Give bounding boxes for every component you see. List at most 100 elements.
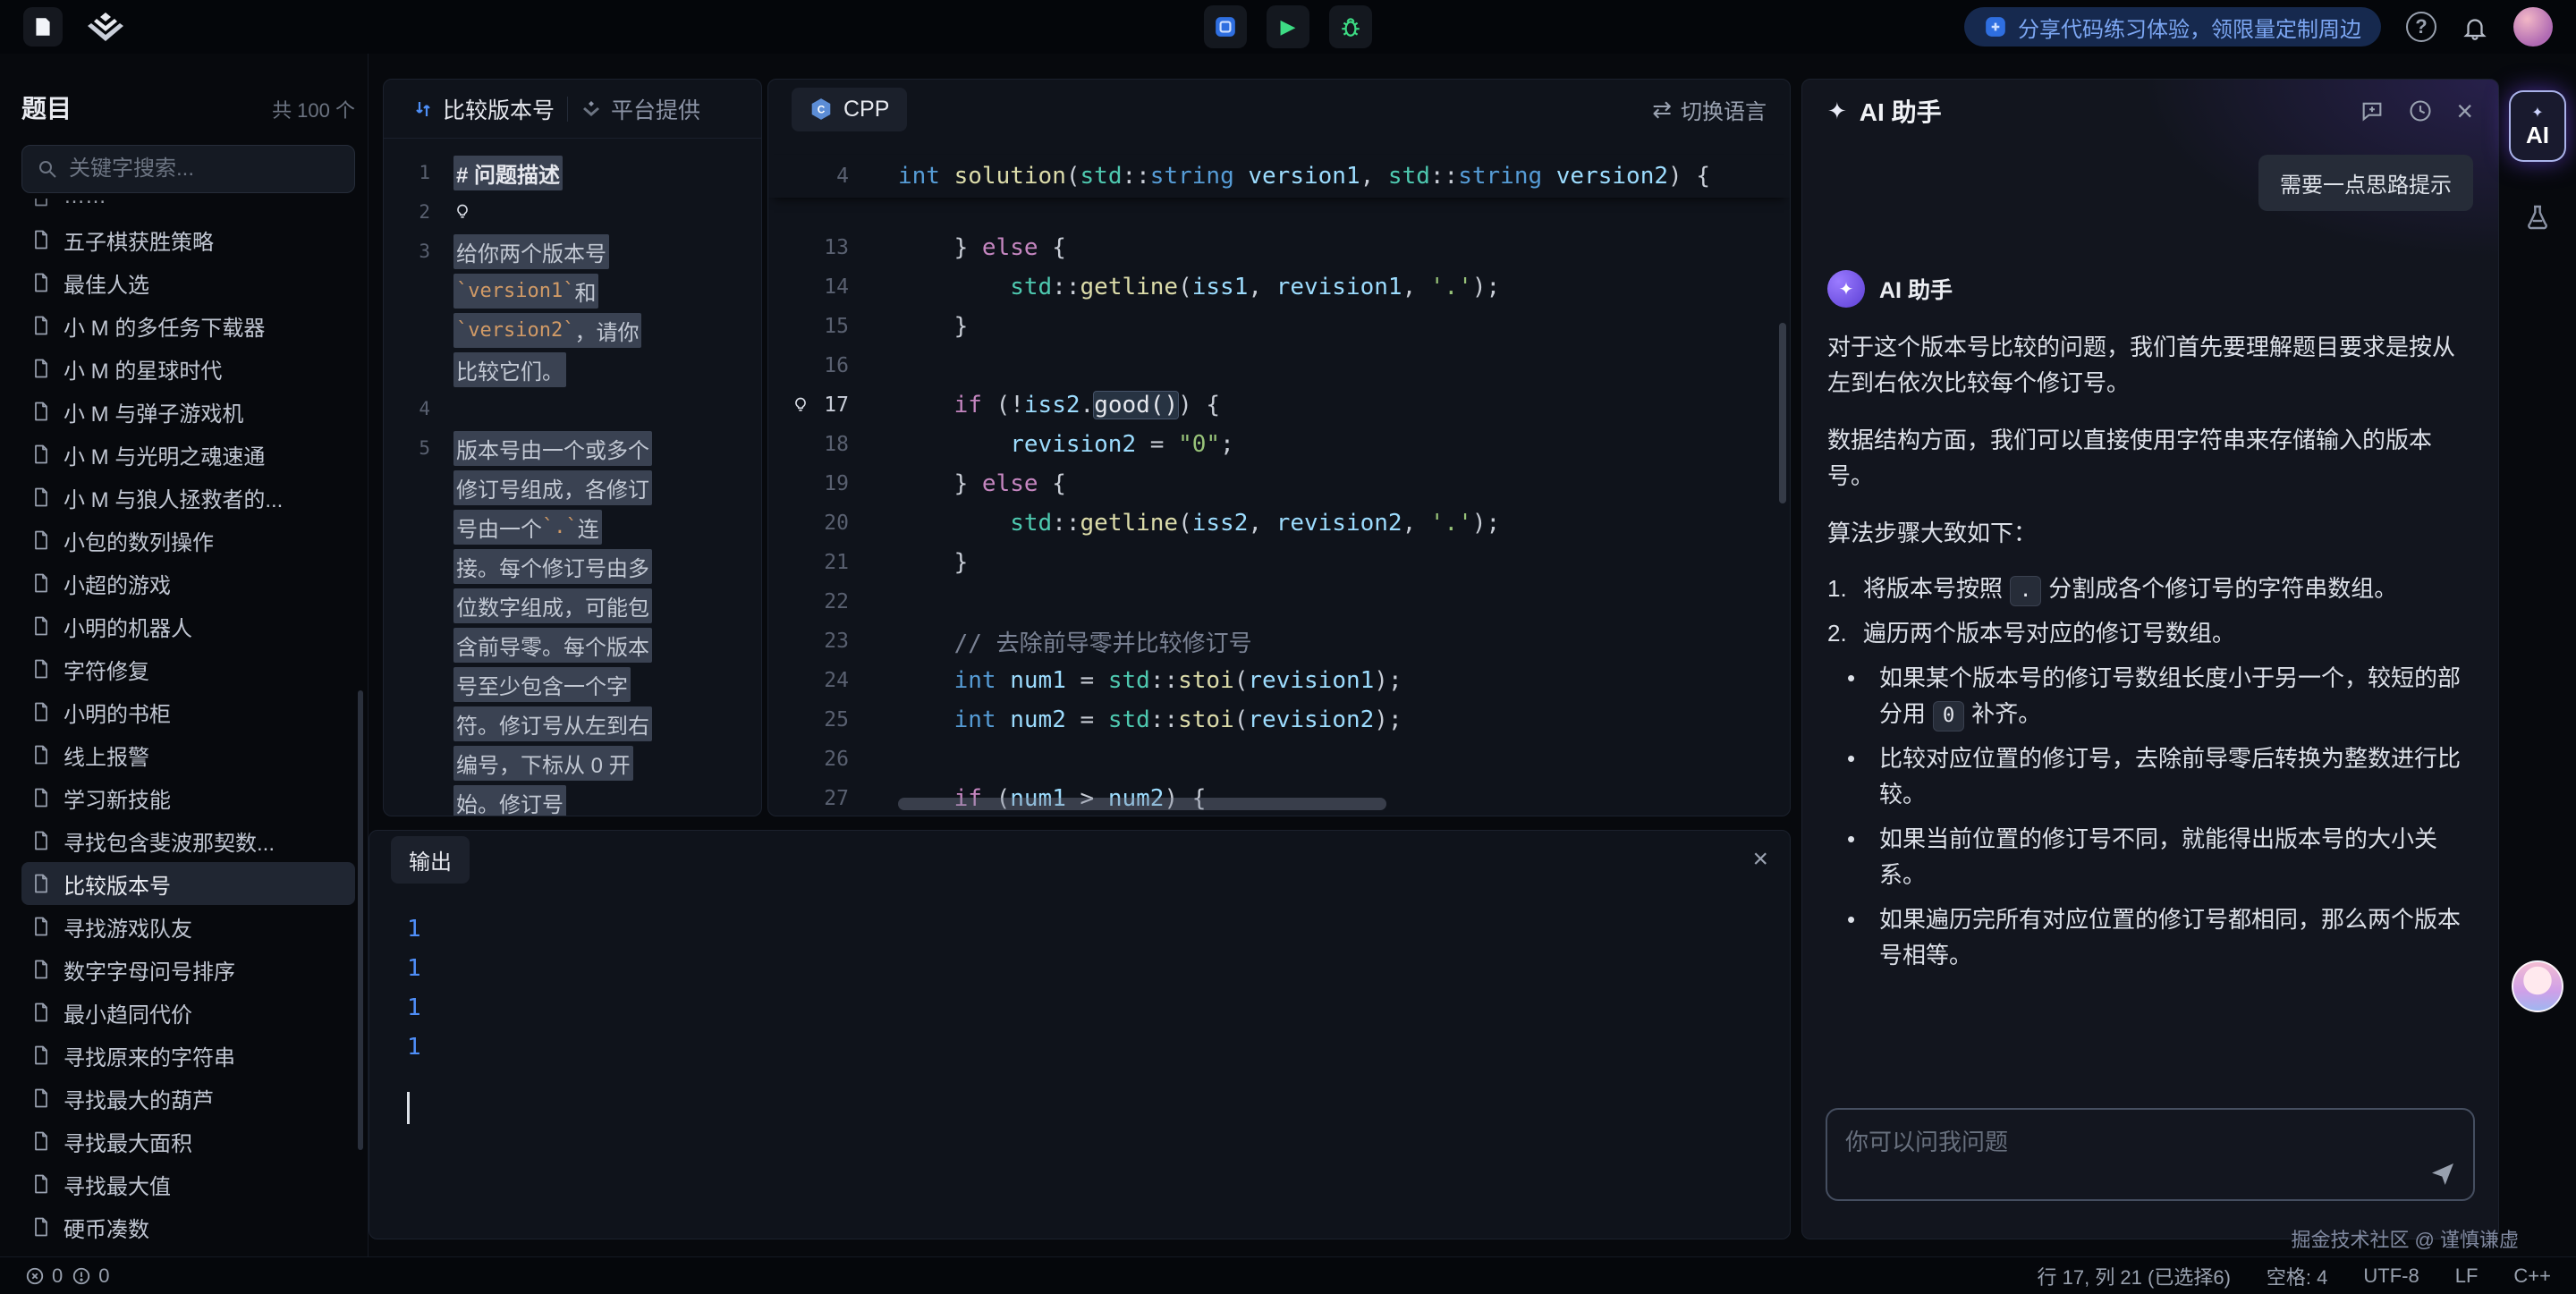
code-line[interactable]: 19 } else { xyxy=(768,464,1790,503)
tab-cpp[interactable]: C CPP xyxy=(792,88,907,131)
code-line[interactable]: 14 std::getline(iss1, revision1, '.'); xyxy=(768,267,1790,307)
sidebar-item[interactable]: 硬币凑数 xyxy=(21,1205,355,1243)
output-content: 1111 xyxy=(369,888,1790,1124)
markdown-line[interactable]: `version2`，请你 xyxy=(384,310,761,350)
markdown-line[interactable]: 含前导零。每个版本 xyxy=(384,625,761,664)
sidebar-item[interactable]: 线上报警 xyxy=(21,733,355,776)
errors-status[interactable]: 0 xyxy=(25,1264,63,1288)
language-mode[interactable]: C++ xyxy=(2513,1264,2551,1288)
sidebar-item[interactable]: 学习新技能 xyxy=(21,776,355,819)
sidebar-item[interactable]: 比较版本号 xyxy=(21,862,355,905)
code-action-lightbulb[interactable] xyxy=(792,396,809,414)
run-button[interactable]: ▶ xyxy=(1267,5,1309,48)
sidebar-item[interactable]: 寻找包含斐波那契数... xyxy=(21,819,355,862)
search-box[interactable] xyxy=(21,145,355,193)
search-input[interactable] xyxy=(69,156,346,182)
markdown-line[interactable]: 4 xyxy=(384,389,761,428)
sidebar-item[interactable]: 小 M 与弹子游戏机 xyxy=(21,390,355,433)
output-close-button[interactable]: × xyxy=(1752,846,1768,873)
sidebar-item[interactable]: …… xyxy=(21,199,355,218)
markdown-line[interactable]: 1# 问题描述 xyxy=(384,153,761,192)
debug-button[interactable] xyxy=(1329,5,1372,48)
app-logo[interactable] xyxy=(23,7,63,47)
ai-close-button[interactable]: × xyxy=(2456,97,2473,125)
compare-icon xyxy=(412,98,434,120)
markdown-line[interactable]: 5版本号由一个或多个 xyxy=(384,428,761,468)
send-button[interactable] xyxy=(2428,1160,2457,1188)
code-line[interactable]: 15 } xyxy=(768,307,1790,346)
code-line[interactable]: 20 std::getline(iss2, revision2, '.'); xyxy=(768,503,1790,543)
bell-button[interactable] xyxy=(2462,13,2488,40)
layout-toggle-button[interactable] xyxy=(1204,5,1247,48)
lab-button[interactable] xyxy=(2523,203,2552,232)
code-line[interactable]: 17 if (!iss2.good()) { xyxy=(768,385,1790,425)
code-line[interactable]: 16 xyxy=(768,346,1790,385)
markdown-line[interactable]: 号至少包含一个字 xyxy=(384,664,761,704)
juejin-logo[interactable] xyxy=(82,9,129,45)
code-line[interactable]: 26 xyxy=(768,740,1790,779)
markdown-line[interactable]: 号由一个 `.` 连 xyxy=(384,507,761,546)
sidebar-item[interactable]: 寻找最大的葫芦 xyxy=(21,1077,355,1120)
problem-markdown[interactable]: 1# 问题描述23给你两个版本号`version1` 和`version2`，请… xyxy=(384,139,761,816)
history-button[interactable] xyxy=(2408,98,2433,123)
sidebar-item[interactable]: 小 M 与狼人拯救者的... xyxy=(21,476,355,519)
sidebar-item[interactable]: 小 M 的多任务下载器 xyxy=(21,304,355,347)
sidebar-item[interactable]: 寻找最大值 xyxy=(21,1163,355,1205)
markdown-line[interactable]: 修订号组成，各修订 xyxy=(384,468,761,507)
indent-setting[interactable]: 空格: 4 xyxy=(2267,1262,2327,1290)
assistant-avatar[interactable] xyxy=(2512,960,2563,1012)
help-button[interactable]: ? xyxy=(2406,12,2436,42)
sidebar-item[interactable]: 寻找最大面积 xyxy=(21,1120,355,1163)
markdown-line[interactable]: `version1` 和 xyxy=(384,271,761,310)
sidebar-item[interactable]: 字符修复 xyxy=(21,647,355,690)
sidebar-item[interactable]: 小 M 与光明之魂速通 xyxy=(21,433,355,476)
cursor-position[interactable]: 行 17, 列 21 (已选择6) xyxy=(2038,1262,2231,1290)
tab-platform[interactable]: 平台提供 xyxy=(568,80,713,138)
sidebar-item[interactable]: 小超的游戏 xyxy=(21,562,355,605)
markdown-line[interactable]: 始。修订号 xyxy=(384,782,761,816)
eol-setting[interactable]: LF xyxy=(2455,1264,2479,1288)
code-line[interactable]: 24 int num1 = std::stoi(revision1); xyxy=(768,661,1790,700)
warnings-status[interactable]: 0 xyxy=(72,1264,109,1288)
code-line[interactable]: 18 revision2 = "0"; xyxy=(768,425,1790,464)
hint-button[interactable]: 需要一点思路提示 xyxy=(2258,155,2473,211)
ai-input-box[interactable] xyxy=(1826,1108,2475,1201)
code-line[interactable]: 22 xyxy=(768,582,1790,622)
sticky-scope-line[interactable]: 4int solution(std::string version1, std:… xyxy=(768,155,1790,198)
tab-problem[interactable]: 比较版本号 xyxy=(400,80,567,138)
ai-input[interactable] xyxy=(1827,1110,2473,1199)
markdown-line[interactable]: 2 xyxy=(384,192,761,232)
sidebar-scrollbar[interactable] xyxy=(358,690,363,1150)
code-line[interactable]: 21 } xyxy=(768,543,1790,582)
code-area[interactable]: 4int solution(std::string version1, std:… xyxy=(768,139,1790,816)
sidebar-item[interactable]: 小 M 的星球时代 xyxy=(21,347,355,390)
switch-language-button[interactable]: ⇄ 切换语言 xyxy=(1652,94,1767,125)
sidebar-item[interactable]: 小明的书柜 xyxy=(21,690,355,733)
markdown-line[interactable]: 位数字组成，可能包 xyxy=(384,586,761,625)
sidebar-item[interactable]: 寻找原来的字符串 xyxy=(21,1034,355,1077)
sidebar-item[interactable]: 小明的机器人 xyxy=(21,605,355,647)
markdown-line[interactable]: 3给你两个版本号 xyxy=(384,232,761,271)
promo-banner[interactable]: 分享代码练习体验，领限量定制周边 xyxy=(1964,7,2381,47)
markdown-line[interactable]: 符。修订号从左到右 xyxy=(384,704,761,743)
markdown-line[interactable]: 编号，下标从 0 开 xyxy=(384,743,761,782)
sidebar-item[interactable]: 小包的数列操作 xyxy=(21,519,355,562)
user-avatar[interactable] xyxy=(2513,7,2553,47)
code-action-lightbulb[interactable] xyxy=(453,203,471,221)
code-line[interactable]: 25 int num2 = std::stoi(revision2); xyxy=(768,700,1790,740)
code-line[interactable]: 13 } else { xyxy=(768,228,1790,267)
markdown-line[interactable]: 接。每个修订号由多 xyxy=(384,546,761,586)
new-chat-button[interactable] xyxy=(2360,98,2385,123)
ai-toolbar-button[interactable]: ✦ AI xyxy=(2509,90,2566,162)
sidebar-item[interactable]: 数字字母问号排序 xyxy=(21,948,355,991)
sidebar-item[interactable]: 最佳人选 xyxy=(21,261,355,304)
encoding[interactable]: UTF-8 xyxy=(2363,1264,2419,1288)
tab-output[interactable]: 输出 xyxy=(391,836,470,884)
vertical-scrollbar[interactable] xyxy=(1779,323,1786,503)
markdown-line[interactable]: 比较它们。 xyxy=(384,350,761,389)
code-line[interactable]: 23 // 去除前导零并比较修订号 xyxy=(768,622,1790,661)
sidebar-item[interactable]: 最小趋同代价 xyxy=(21,991,355,1034)
sidebar-item[interactable]: 寻找游戏队友 xyxy=(21,905,355,948)
sidebar-item[interactable]: 五子棋获胜策略 xyxy=(21,218,355,261)
horizontal-scrollbar[interactable] xyxy=(898,798,1386,810)
